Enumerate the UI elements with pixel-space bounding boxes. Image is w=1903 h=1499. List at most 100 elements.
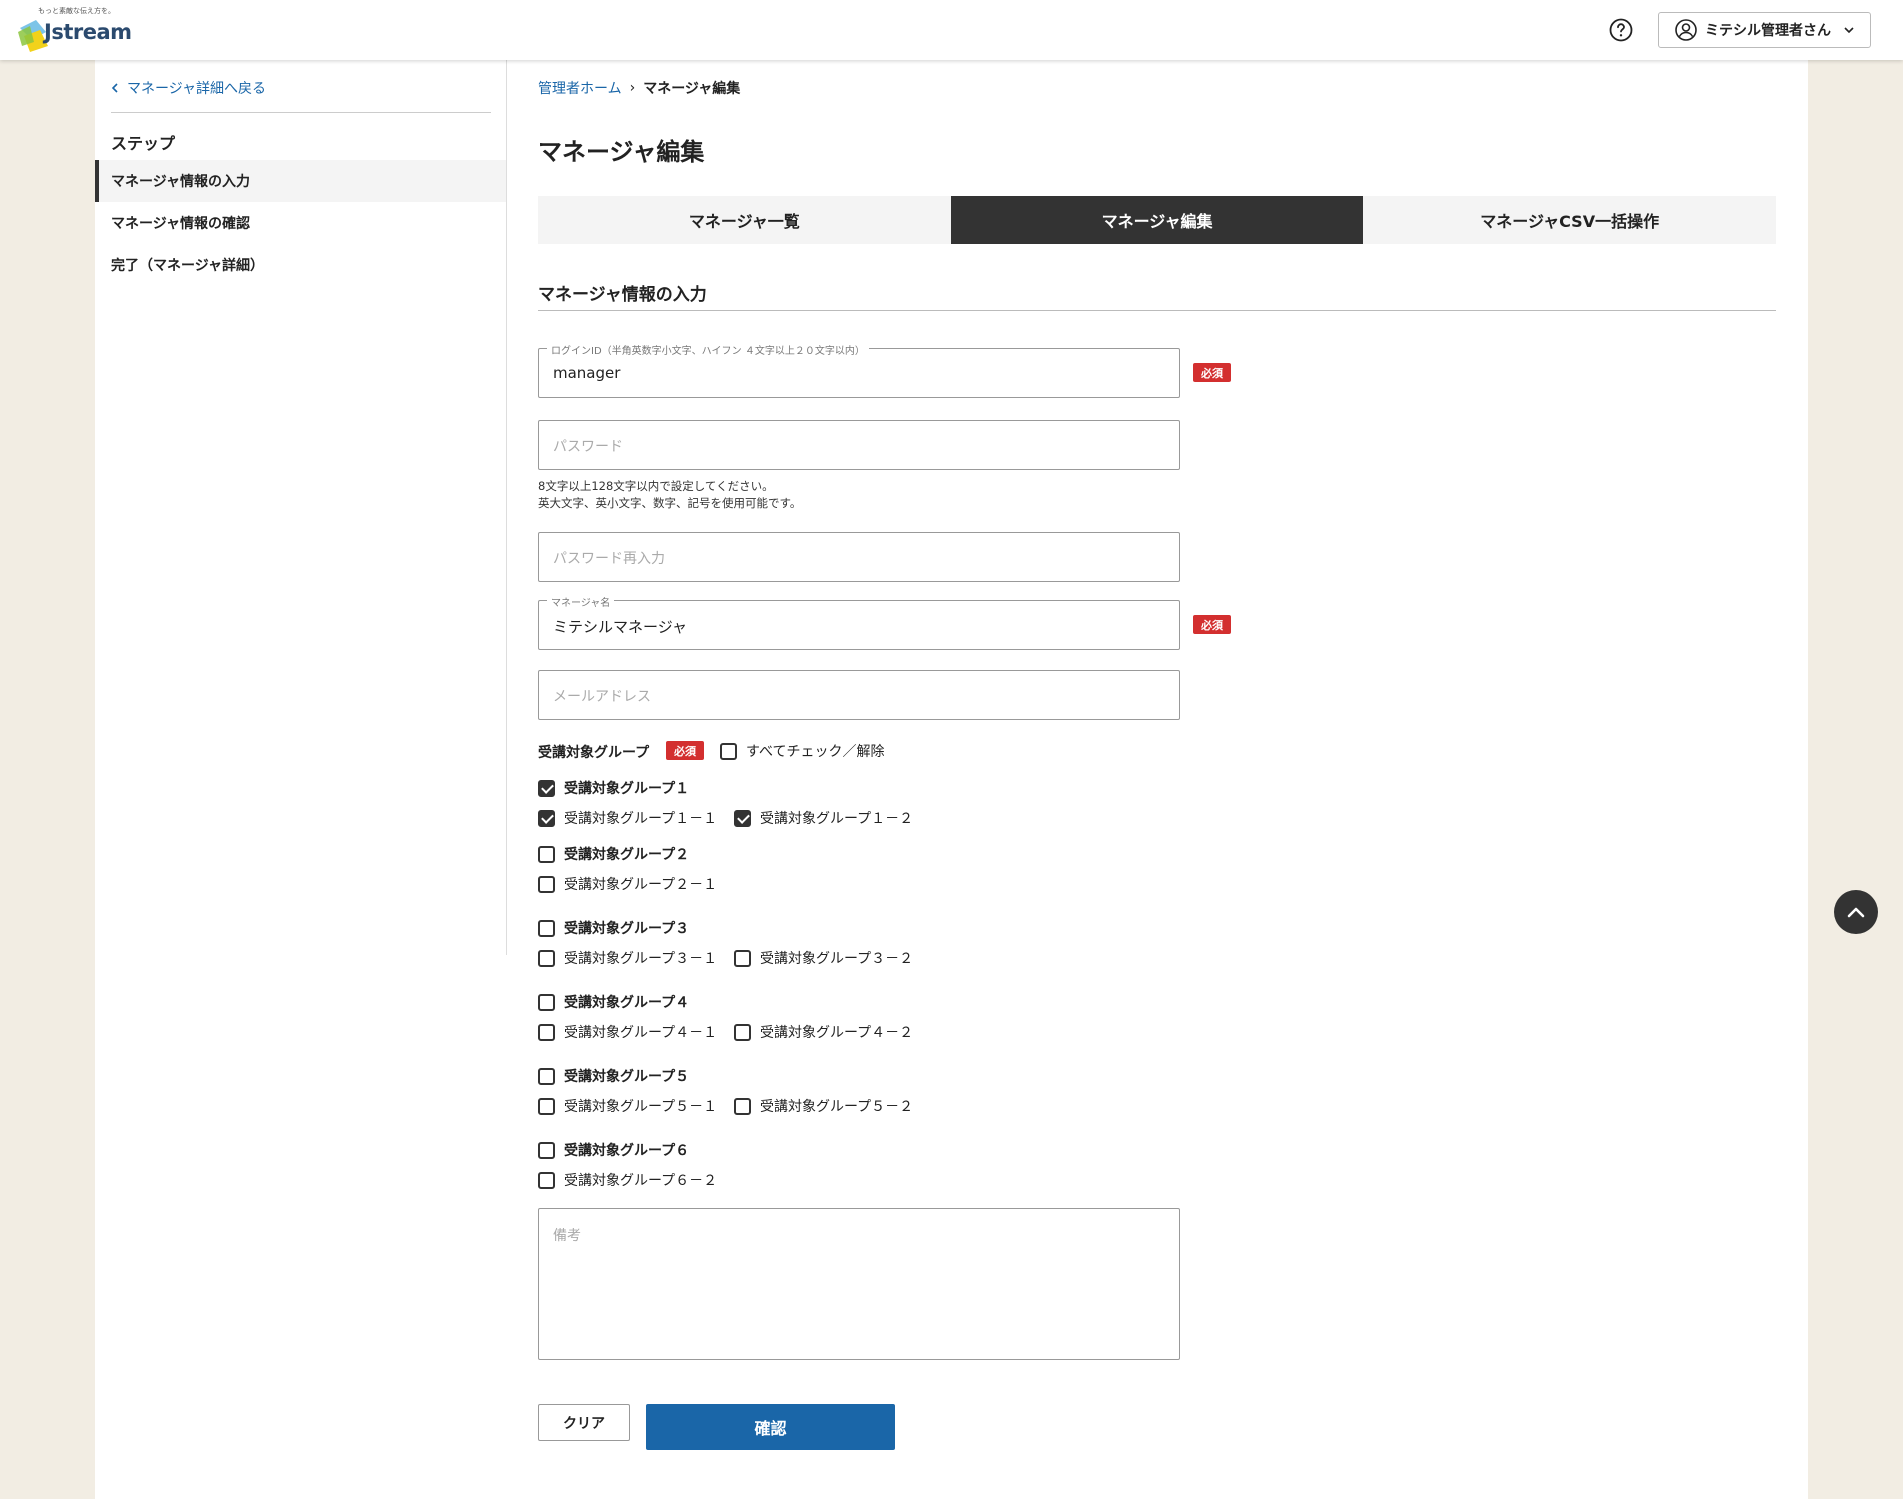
logo-text: Jstream [44, 20, 132, 44]
user-icon [1675, 19, 1697, 41]
group-4-1-checkbox[interactable]: 受講対象グループ４－１ [538, 1022, 717, 1042]
group-2-1-checkbox[interactable]: 受講対象グループ２－１ [538, 874, 717, 894]
page-title: マネージャ編集 [538, 138, 705, 166]
group-label: 受講対象グループ５ [564, 1069, 690, 1085]
checkbox-box [734, 949, 751, 967]
chevron-down-icon [1844, 27, 1854, 34]
group-5-1-checkbox[interactable]: 受講対象グループ５－１ [538, 1096, 717, 1116]
password-confirm-placeholder: パスワード再入力 [553, 551, 665, 567]
checkbox-box [538, 1171, 555, 1189]
group-label: 受講対象グループ１－１ [564, 811, 718, 827]
required-badge: 必須 [1193, 615, 1231, 634]
group-3-1-checkbox[interactable]: 受講対象グループ３－１ [538, 948, 717, 968]
manager-name-label: マネージャ名 [547, 594, 615, 609]
group-6-checkbox[interactable]: 受講対象グループ６ [538, 1140, 689, 1160]
group-label: 受講対象グループ６－２ [564, 1173, 718, 1189]
checkbox-box [538, 1023, 555, 1041]
clear-button[interactable]: クリア [538, 1404, 630, 1441]
manager-name-value: ミテシルマネージャ [553, 618, 687, 636]
checkbox-box [538, 845, 555, 863]
group-label: 受講対象グループ２ [564, 847, 690, 863]
group-label: 受講対象グループ４－２ [760, 1025, 914, 1041]
checkbox-box [538, 875, 555, 893]
back-to-manager-detail-link[interactable]: マネージャ詳細へ戻る [111, 78, 266, 98]
group-4-2-checkbox[interactable]: 受講対象グループ４－２ [734, 1022, 913, 1042]
login-id-label: ログインID（半角英数字小文字、ハイフン ４文字以上２０文字以内） [547, 342, 869, 357]
step-complete: 完了（マネージャ詳細） [111, 258, 265, 274]
tab-bar: マネージャ一覧 マネージャ編集 マネージャCSV一括操作 [538, 196, 1776, 244]
password-confirm-field[interactable]: パスワード再入力 [538, 532, 1180, 582]
breadcrumb-home-link[interactable]: 管理者ホーム [538, 78, 622, 98]
group-label: 受講対象グループ１－２ [760, 811, 914, 827]
tab-manager-csv[interactable]: マネージャCSV一括操作 [1363, 196, 1776, 244]
help-icon[interactable] [1609, 18, 1633, 42]
checkbox-box [734, 1097, 751, 1115]
required-badge: 必須 [666, 741, 704, 760]
scroll-to-top-button[interactable] [1834, 890, 1878, 934]
breadcrumb-current: マネージャ編集 [643, 81, 741, 97]
breadcrumb-separator: › [629, 80, 636, 96]
top-header: もっと素敵な伝え方を。 Jstream ミテシル管理者さん [0, 0, 1903, 60]
group-1-checkbox[interactable]: 受講対象グループ１ [538, 778, 689, 798]
tab-manager-list[interactable]: マネージャ一覧 [538, 196, 951, 244]
checkbox-box [734, 1023, 751, 1041]
checkbox-box [538, 1141, 555, 1159]
group-2-checkbox[interactable]: 受講対象グループ２ [538, 844, 689, 864]
chevron-up-icon [1847, 907, 1865, 918]
group-label: 受講対象グループ [538, 745, 650, 761]
group-label: 受講対象グループ５－２ [760, 1099, 914, 1115]
notes-textarea[interactable]: 備考 [538, 1208, 1180, 1360]
step-input: マネージャ情報の入力 [95, 160, 506, 202]
checkbox-box [720, 742, 737, 760]
steps-title: ステップ [111, 134, 176, 153]
checkbox-box [538, 993, 555, 1011]
checkbox-box [538, 919, 555, 937]
group-label: 受講対象グループ３－１ [564, 951, 718, 967]
tab-manager-edit[interactable]: マネージャ編集 [950, 196, 1364, 244]
group-3-checkbox[interactable]: 受講対象グループ３ [538, 918, 689, 938]
group-5-checkbox[interactable]: 受講対象グループ５ [538, 1066, 689, 1086]
group-3-2-checkbox[interactable]: 受講対象グループ３－２ [734, 948, 913, 968]
section-title: マネージャ情報の入力 [538, 285, 707, 305]
user-menu-button[interactable]: ミテシル管理者さん [1658, 12, 1871, 48]
group-1-1-checkbox[interactable]: 受講対象グループ１－１ [538, 808, 717, 828]
manager-name-field[interactable]: マネージャ名 ミテシルマネージャ [538, 594, 1180, 650]
check-all-label: すべてチェック／解除 [746, 744, 885, 760]
group-6-2-checkbox[interactable]: 受講対象グループ６－２ [538, 1170, 717, 1190]
breadcrumb: 管理者ホーム › マネージャ編集 [538, 78, 740, 98]
group-label: 受講対象グループ３－２ [760, 951, 914, 967]
check-all-checkbox[interactable]: すべてチェック／解除 [720, 741, 884, 761]
email-field[interactable]: メールアドレス [538, 670, 1180, 720]
group-label: 受講対象グループ１ [564, 781, 690, 797]
checkbox-box [734, 809, 751, 827]
password-placeholder: パスワード [553, 439, 623, 455]
group-label: 受講対象グループ４－１ [564, 1025, 718, 1041]
sidebar-divider [111, 112, 491, 113]
checkbox-box [538, 809, 555, 827]
group-4-checkbox[interactable]: 受講対象グループ４ [538, 992, 689, 1012]
password-hint-2: 英大文字、英小文字、数字、記号を使用可能です。 [538, 496, 802, 510]
group-label: 受講対象グループ４ [564, 995, 690, 1011]
notes-placeholder: 備考 [553, 1228, 581, 1244]
required-badge: 必須 [1193, 363, 1231, 382]
group-5-2-checkbox[interactable]: 受講対象グループ５－２ [734, 1096, 913, 1116]
main-card: マネージャ詳細へ戻る ステップ マネージャ情報の入力 マネージャ情報の確認 完了… [95, 60, 1808, 1499]
checkbox-box [538, 949, 555, 967]
group-1-2-checkbox[interactable]: 受講対象グループ１－２ [734, 808, 913, 828]
group-label: 受講対象グループ２－１ [564, 877, 718, 893]
confirm-button[interactable]: 確認 [646, 1404, 895, 1450]
login-id-field[interactable]: ログインID（半角英数字小文字、ハイフン ４文字以上２０文字以内） manage… [538, 342, 1180, 398]
chevron-left-icon [111, 83, 118, 93]
back-link-label: マネージャ詳細へ戻る [127, 81, 267, 97]
checkbox-box [538, 1067, 555, 1085]
checkbox-box [538, 779, 555, 797]
group-label: 受講対象グループ３ [564, 921, 690, 937]
logo-tagline: もっと素敵な伝え方を。 [38, 7, 115, 15]
jstream-logo[interactable]: もっと素敵な伝え方を。 Jstream [14, 6, 132, 54]
email-placeholder: メールアドレス [553, 689, 651, 705]
step-confirm: マネージャ情報の確認 [111, 216, 251, 232]
group-label: 受講対象グループ５－１ [564, 1099, 718, 1115]
group-label: 受講対象グループ６ [564, 1143, 690, 1159]
password-field[interactable]: パスワード [538, 420, 1180, 470]
login-id-value: manager [553, 364, 621, 382]
